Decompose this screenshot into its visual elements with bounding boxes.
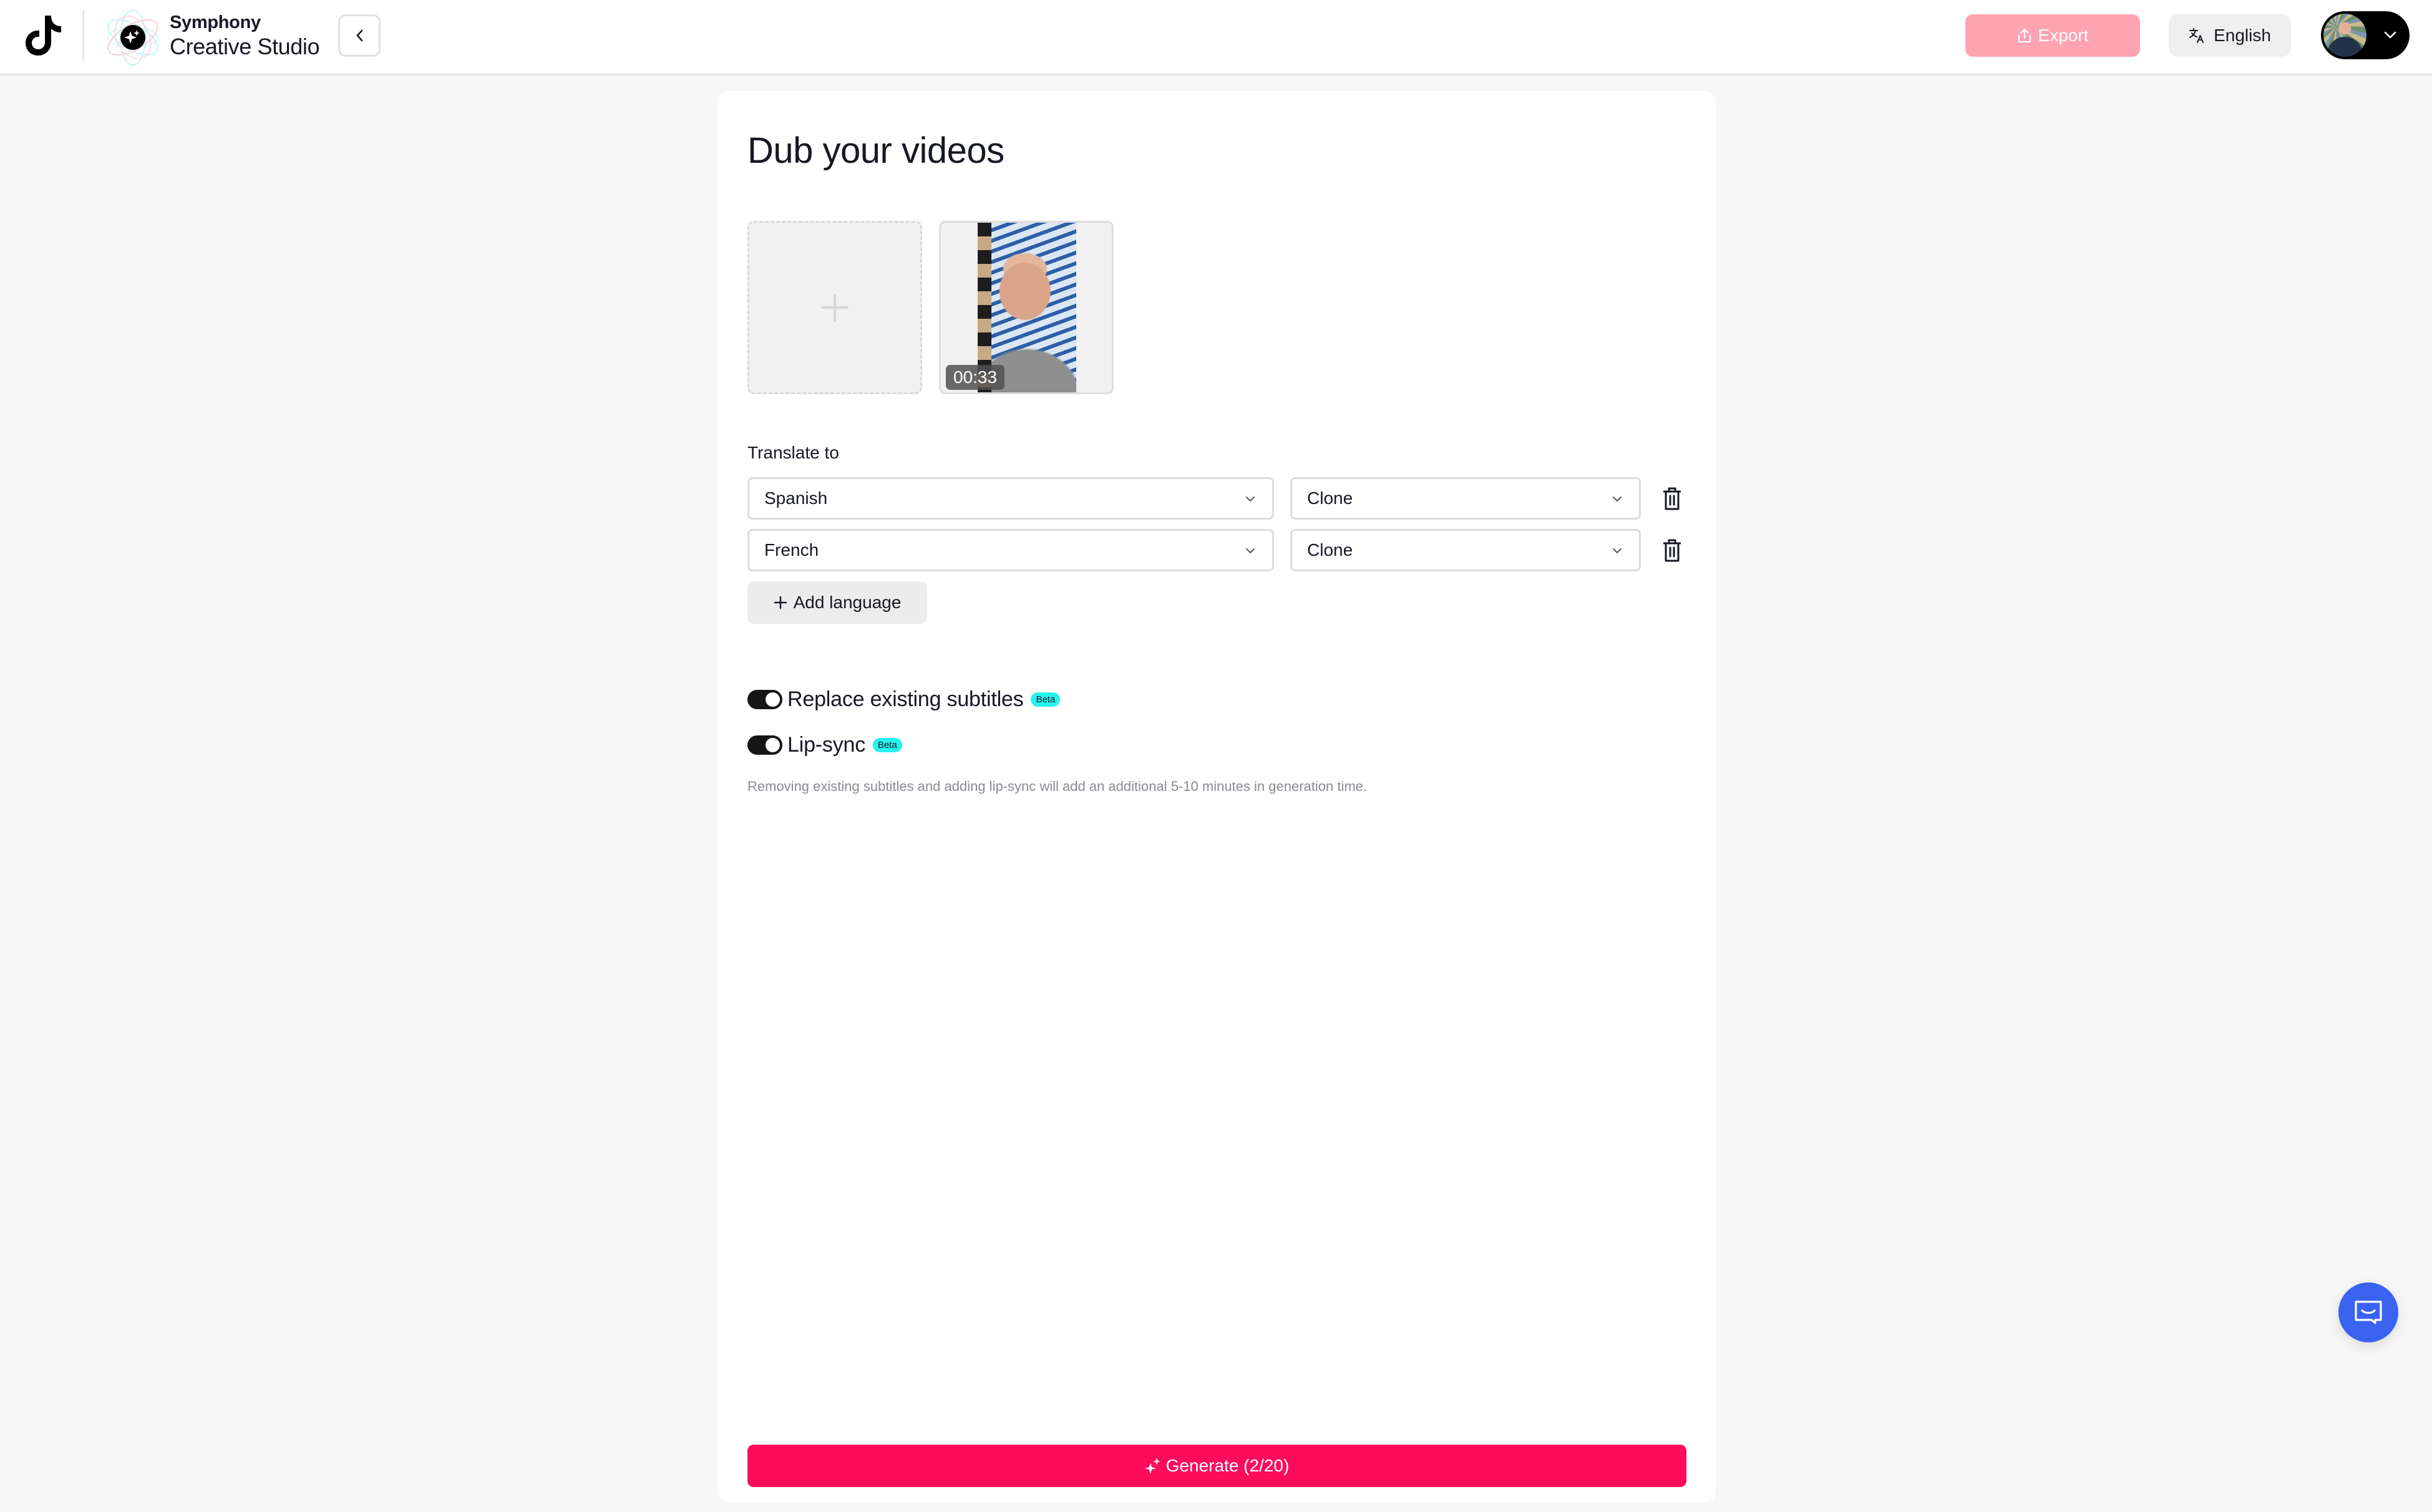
- trash-icon: [1663, 539, 1681, 562]
- avatar: [2323, 14, 2366, 57]
- video-thumbnail-tile[interactable]: 00:33: [939, 221, 1114, 394]
- delete-language-button[interactable]: [1658, 536, 1686, 564]
- chevron-down-icon: [1613, 497, 1622, 502]
- account-menu[interactable]: [2321, 11, 2410, 59]
- generate-button[interactable]: Generate (2/20): [747, 1445, 1686, 1487]
- generate-label: Generate (2/20): [1165, 1456, 1290, 1475]
- interface-language-label: English: [2214, 26, 2271, 45]
- translate-to-label: Translate to: [747, 443, 839, 462]
- chevron-down-icon: [1613, 548, 1622, 554]
- lip-sync-label: Lip-sync: [787, 733, 866, 757]
- trash-icon: [1663, 487, 1681, 510]
- plus-icon: [774, 596, 787, 609]
- replace-subtitles-option: Replace existing subtitles Beta: [747, 687, 1061, 712]
- back-button[interactable]: [338, 14, 381, 57]
- target-language-value: Spanish: [764, 488, 828, 508]
- chevron-down-icon: [1246, 497, 1255, 502]
- voice-value: Clone: [1307, 540, 1353, 560]
- video-duration-badge: 00:33: [946, 365, 1005, 390]
- chevron-left-icon: [356, 29, 363, 42]
- target-language-select[interactable]: Spanish: [747, 477, 1274, 520]
- target-language-select[interactable]: French: [747, 529, 1274, 571]
- page-title: Dub your videos: [747, 130, 1004, 171]
- chevron-down-icon: [1246, 548, 1255, 554]
- lip-sync-option: Lip-sync Beta: [747, 733, 902, 757]
- add-language-button[interactable]: Add language: [747, 581, 927, 624]
- language-row: French Clone: [747, 529, 1696, 571]
- header-divider: [82, 10, 84, 61]
- support-chat-button[interactable]: [2338, 1282, 2398, 1342]
- top-bar: Symphony Creative Studio Export English: [0, 0, 2432, 75]
- beta-badge: Beta: [873, 738, 902, 752]
- brand-title: Symphony Creative Studio: [170, 12, 320, 59]
- translate-icon: [2189, 28, 2204, 43]
- generation-time-note: Removing existing subtitles and adding l…: [747, 778, 1368, 794]
- interface-language-button[interactable]: English: [2169, 14, 2291, 57]
- target-language-value: French: [764, 540, 819, 560]
- sparkle-icon: [1144, 1458, 1160, 1474]
- voice-value: Clone: [1307, 488, 1353, 508]
- brand-product: Creative Studio: [170, 34, 320, 59]
- voice-select[interactable]: Clone: [1290, 477, 1641, 520]
- replace-subtitles-toggle[interactable]: [747, 690, 782, 709]
- delete-language-button[interactable]: [1658, 485, 1686, 512]
- language-row: Spanish Clone: [747, 477, 1696, 520]
- dubbing-card: Dub your videos 00:33 Translate to Spani…: [717, 91, 1716, 1502]
- replace-subtitles-label: Replace existing subtitles: [787, 687, 1024, 711]
- upload-icon: [2018, 28, 2031, 43]
- upload-video-tile[interactable]: [747, 221, 922, 394]
- chevron-down-icon: [2384, 31, 2396, 39]
- plus-icon: [821, 294, 849, 321]
- voice-select[interactable]: Clone: [1290, 529, 1641, 571]
- beta-badge: Beta: [1031, 692, 1061, 707]
- export-label: Export: [2038, 26, 2089, 45]
- brand-name: Symphony: [170, 12, 261, 32]
- symphony-logo-icon[interactable]: [102, 6, 164, 69]
- tiktok-logo-icon[interactable]: [24, 14, 64, 57]
- chat-icon: [2355, 1301, 2382, 1324]
- add-language-label: Add language: [793, 593, 902, 612]
- lip-sync-toggle[interactable]: [747, 735, 782, 755]
- export-button[interactable]: Export: [1965, 14, 2140, 57]
